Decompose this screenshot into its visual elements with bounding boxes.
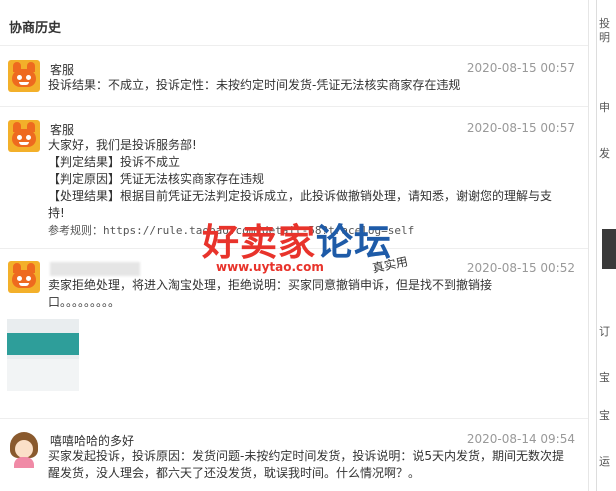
message-time: 2020-08-15 00:52 [466, 261, 575, 275]
message-line: 买家发起投诉，投诉原因：发货问题-未按约定时间发货，投诉说明：说5天内发货，期间… [48, 449, 564, 463]
divider [0, 45, 588, 46]
message-sender: 客服 [50, 123, 75, 137]
divider [0, 418, 588, 419]
sidebar-text: 宝 [599, 371, 610, 384]
customer-service-avatar [8, 60, 40, 92]
sidebar-text: 申 [599, 101, 610, 114]
watermark-logo: 好卖家论坛 [202, 221, 392, 264]
forum-watermark: 好卖家论坛 www.uytao.com 真实用 [202, 212, 432, 278]
evidence-image-thumbnail[interactable] [7, 319, 79, 391]
sidebar-image [602, 229, 616, 269]
message-line: 【判定原因】凭证无法核实商家存在违规 [48, 172, 265, 186]
right-sidebar-partial: 投 明 申 发 订 宝 宝 运 [588, 0, 616, 491]
seller-avatar [8, 261, 40, 293]
message-line: 口。。。。。。。。。 [48, 295, 121, 309]
message-line: 大家好，我们是投诉服务部! [48, 138, 197, 152]
watermark-url: www.uytao.com [216, 260, 324, 274]
sidebar-text: 订 [599, 325, 610, 338]
message-sender: 嘻嘻哈哈的多好 [50, 434, 135, 448]
customer-service-avatar [8, 120, 40, 152]
message-sender: 客服 [50, 63, 75, 77]
message-body: 卖家拒绝处理，将进入淘宝处理，拒绝说明：买家同意撤销申诉，但是找不到撤销接 口。… [48, 277, 576, 311]
message-line: 【判定结果】投诉不成立 [48, 155, 181, 169]
message-time: 2020-08-15 00:57 [466, 121, 575, 135]
message-body: 买家发起投诉，投诉原因：发货问题-未按约定时间发货，投诉说明：说5天内发货，期间… [48, 448, 576, 482]
negotiation-history-panel: 协商历史 客服 2020-08-15 00:57 投诉结果：不成立，投诉定性：未… [0, 0, 588, 491]
sidebar-text: 运 [599, 455, 610, 468]
section-title: 协商历史 [9, 21, 62, 36]
message-body: 投诉结果：不成立，投诉定性：未按约定时间发货-凭证无法核实商家存在违规 [48, 77, 576, 94]
sidebar-text: 发 [599, 147, 610, 160]
sidebar-text: 宝 [599, 409, 610, 422]
message-line: 投诉结果：不成立，投诉定性：未按约定时间发货-凭证无法核实商家存在违规 [48, 78, 461, 92]
message-line: 【处理结果】根据目前凭证无法判定投诉成立，此投诉做撤销处理，请知悉，谢谢您的理解… [48, 189, 553, 203]
message-line: 醒发货，没人理会，都六天了还没发货，耽误我时间。什么情况啊？。 [48, 466, 421, 480]
message-line: 卖家拒绝处理，将进入淘宝处理，拒绝说明：买家同意撤销申诉，但是找不到撤销接 [48, 278, 493, 292]
sidebar-text: 投 [599, 17, 610, 30]
divider [0, 106, 588, 107]
buyer-avatar [8, 432, 40, 468]
message-time: 2020-08-15 00:57 [466, 61, 575, 75]
blurred-sender-name [50, 262, 140, 276]
sidebar-text: 明 [599, 31, 610, 44]
message-time: 2020-08-14 09:54 [466, 432, 575, 446]
